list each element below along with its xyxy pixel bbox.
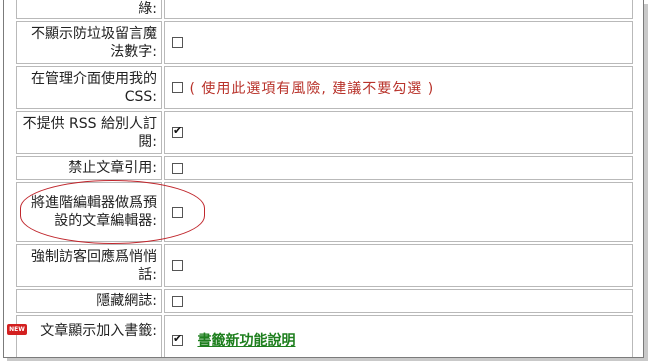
row-label: 強制訪客回應爲悄悄話: [16, 244, 162, 287]
settings-row: 禁止文章引用: [16, 156, 633, 180]
bookmark-help-link[interactable]: 書籤新功能說明 [197, 333, 295, 349]
settings-row: 綠: [16, 0, 633, 19]
advanced-editor-default-checkbox[interactable] [172, 206, 183, 218]
no-rss-checkbox[interactable] [172, 124, 183, 138]
frame-shadow [644, 4, 648, 360]
new-badge: NEW [7, 324, 27, 335]
disable-trackback-checkbox[interactable] [172, 162, 183, 174]
row-value: ( 使用此選項有風險, 建議不要勾選 ) [164, 66, 633, 109]
row-label-with-badge: NEW 文章顯示加入書籤: [7, 315, 162, 357]
row-value [164, 244, 633, 287]
row-label: 禁止文章引用: [16, 156, 162, 180]
force-private-reply-checkbox[interactable] [172, 260, 183, 271]
use-my-css-checkbox[interactable] [172, 82, 183, 93]
settings-row: NEW 文章顯示加入書籤: 書籤新功能說明 [7, 315, 633, 357]
settings-row: 將進階編輯器做爲預設的文章編輯器: [16, 182, 633, 242]
settings-row: 隱藏網誌: [16, 289, 633, 313]
settings-row: 在管理介面使用我的CSS: ( 使用此選項有風險, 建議不要勾選 ) [16, 66, 633, 109]
row-label: 綠: [16, 0, 162, 19]
row-value [164, 289, 633, 313]
row-label: 在管理介面使用我的CSS: [16, 66, 162, 109]
row-value: 書籤新功能說明 [164, 315, 633, 357]
row-label: 不顯示防垃圾留言魔法數字: [16, 21, 162, 64]
row-label: 隱藏網誌: [16, 289, 162, 313]
settings-row: 強制訪客回應爲悄悄話: [16, 244, 633, 287]
row-label: 不提供 RSS 給別人訂閱: [16, 111, 162, 154]
row-value [164, 156, 633, 180]
settings-row: 不顯示防垃圾留言魔法數字: [16, 21, 633, 64]
risk-warning-text: ( 使用此選項有風險, 建議不要勾選 ) [189, 80, 435, 97]
show-bookmark-checkbox[interactable] [172, 332, 183, 346]
hide-blog-checkbox[interactable] [172, 295, 183, 307]
row-label: 將進階編輯器做爲預設的文章編輯器: [16, 182, 162, 242]
screenshot-frame: 綠: 不顯示防垃圾留言魔法數字: 在管理介面使用我的CSS: ( 使用此選項有風… [3, 0, 644, 358]
frame-shadow [7, 358, 648, 361]
row-label: 文章顯示加入書籤: [40, 323, 157, 339]
settings-row: 不提供 RSS 給別人訂閱: [16, 111, 633, 154]
row-value [164, 111, 633, 154]
row-value [164, 0, 633, 19]
settings-table: 綠: 不顯示防垃圾留言魔法數字: 在管理介面使用我的CSS: ( 使用此選項有風… [7, 0, 635, 357]
row-value [164, 182, 633, 242]
row-value [164, 21, 633, 64]
hide-antispam-checkbox[interactable] [172, 37, 183, 48]
